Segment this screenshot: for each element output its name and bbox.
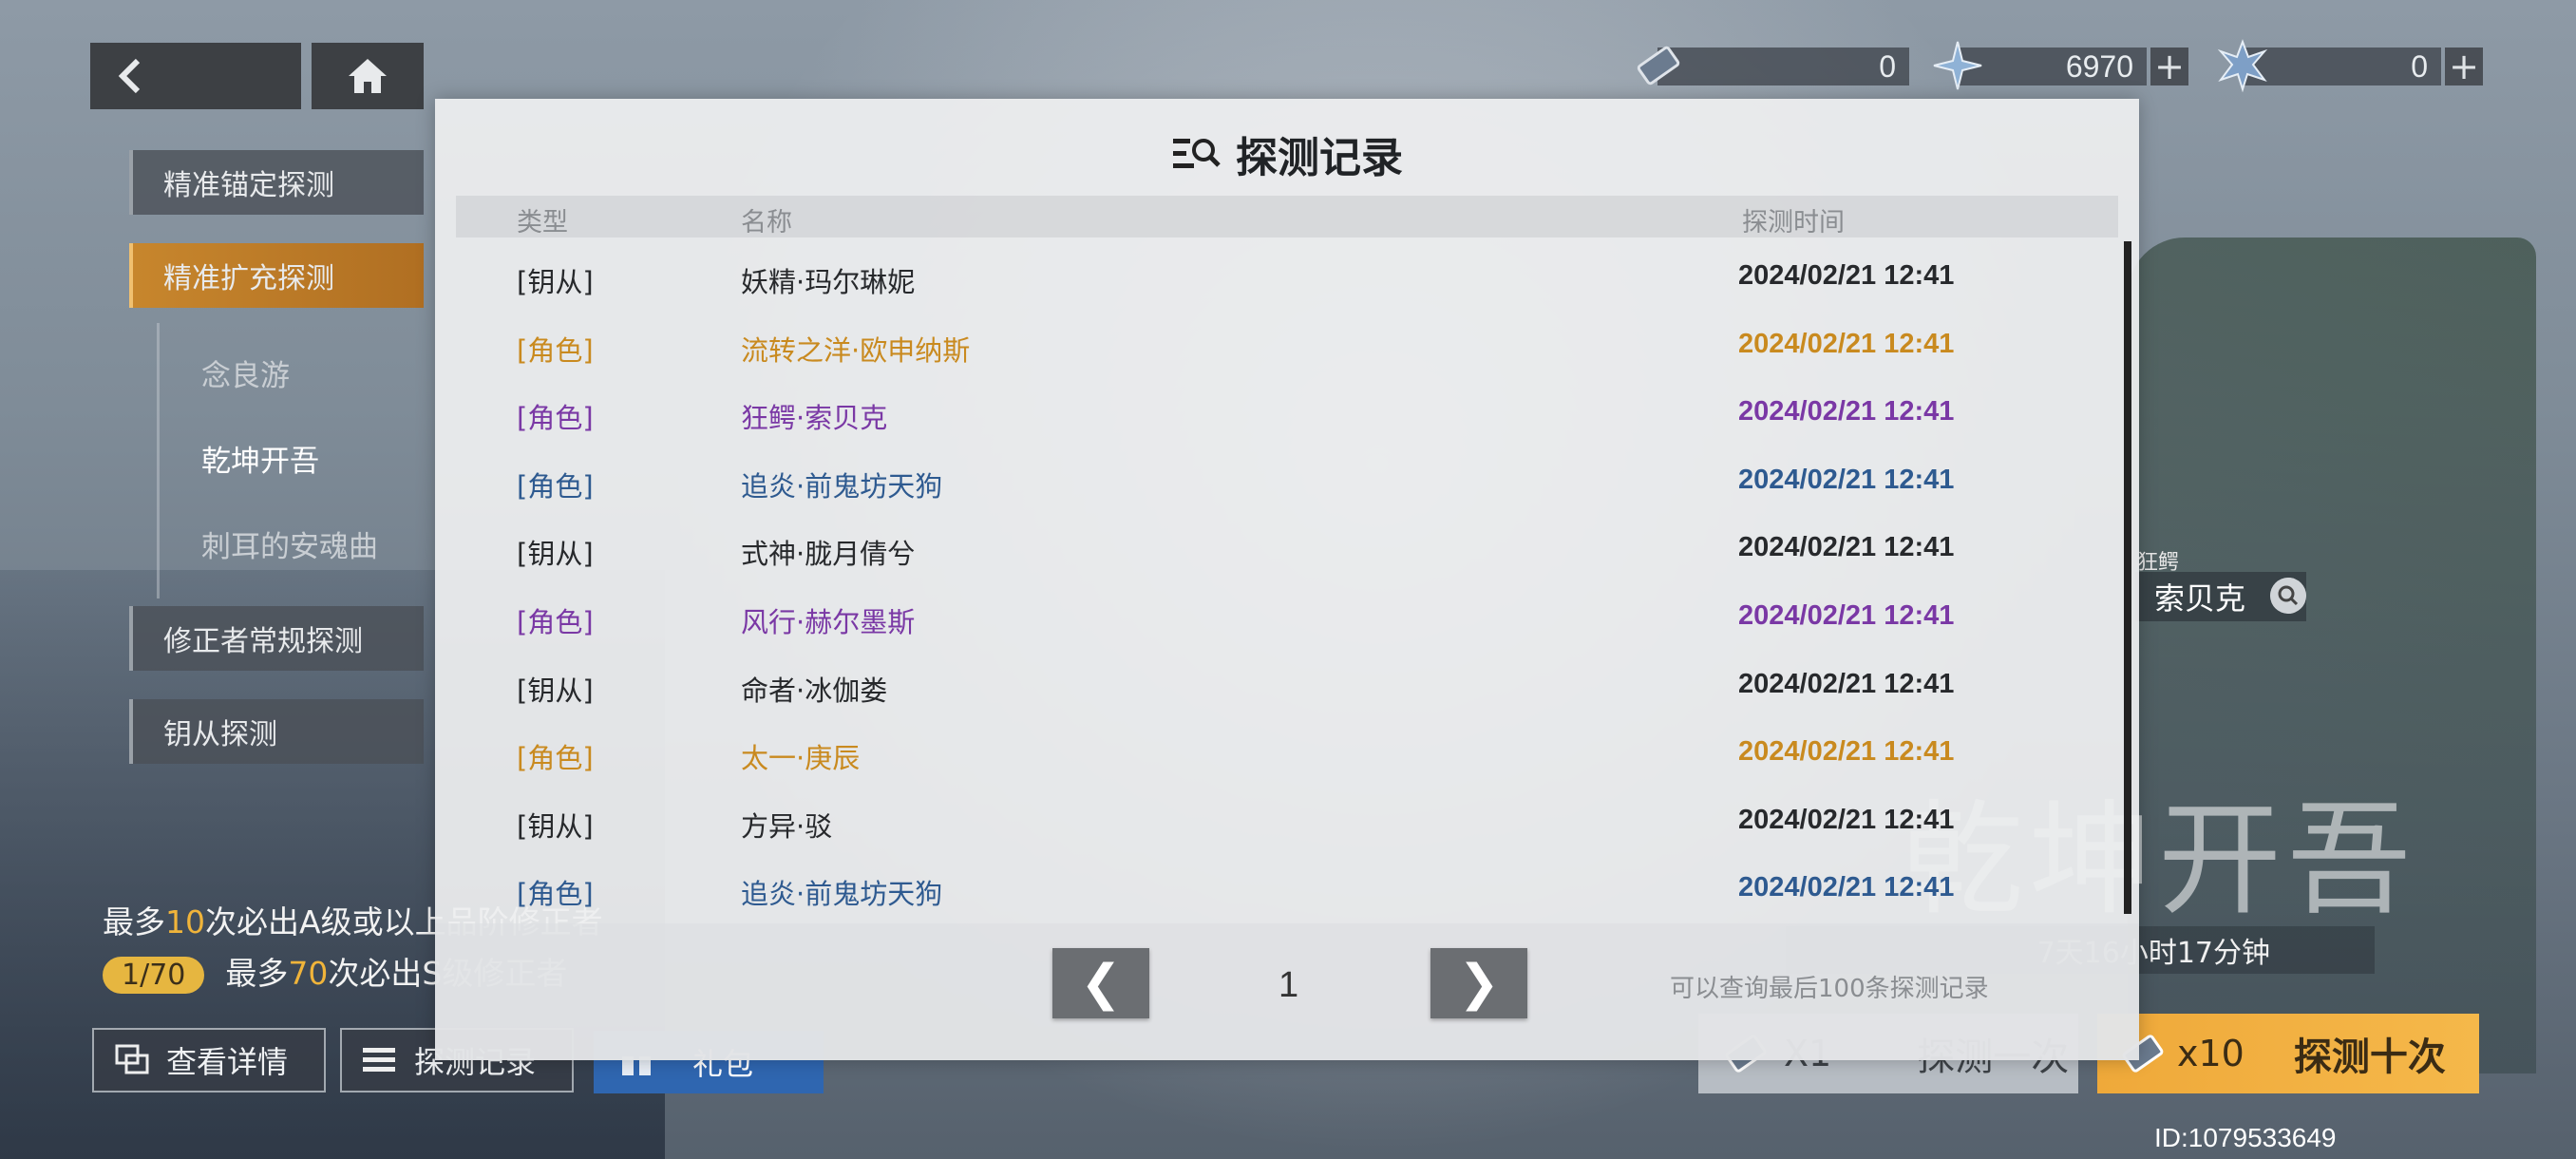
record-type: [钥从] [517,674,594,707]
sidebar-item-expand[interactable]: 精准扩充探测 [129,243,424,308]
record-name: 追炎·前鬼坊天狗 [741,469,943,503]
record-time: 2024/02/21 12:41 [1738,328,1955,359]
record-type: [钥从] [517,538,594,571]
back-arrow-icon [118,58,141,94]
record-time: 2024/02/21 12:41 [1738,804,1955,835]
record-time: 2024/02/21 12:41 [1738,396,1955,428]
magnifier-icon[interactable] [2270,578,2306,614]
submenu-line [157,323,160,598]
table-row: [角色] 追炎·前鬼坊天狗 2024/02/21 12:41 [435,446,2126,514]
record-name: 狂鳄·索贝克 [741,402,888,435]
sidebar-item-anchor[interactable]: 精准锚定探测 [129,150,424,215]
record-type: [角色] [517,606,594,638]
table-row: [角色] 风行·赫尔墨斯 2024/02/21 12:41 [435,581,2126,650]
record-time: 2024/02/21 12:41 [1738,736,1955,768]
draw-ten-label: 探测十次 [2293,1036,2446,1079]
record-name: 追炎·前鬼坊天狗 [741,878,943,911]
record-name: 命者·冰伽娄 [741,674,888,707]
record-name: 风行·赫尔墨斯 [741,606,916,638]
home-icon [349,59,387,93]
details-icon [115,1044,149,1074]
record-time: 2024/02/21 12:41 [1738,668,1955,699]
pity-counter: 1/70 [103,957,205,994]
currency-crystal: 6970 + [1933,41,2188,90]
pager-note: 可以查询最后100条探测记录 [1670,975,1989,1003]
record-name: 流转之洋·欧申纳斯 [741,333,971,367]
table-row: [钥从] 妖精·玛尔琳妮 2024/02/21 12:41 [435,241,2126,310]
currency-ticket: 0 [1637,46,1909,86]
currency-value: 0 [2242,48,2441,86]
table-row: [钥从] 式神·胧月倩兮 2024/02/21 12:41 [435,513,2126,581]
record-time: 2024/02/21 12:41 [1738,260,1955,291]
list-icon [363,1048,395,1072]
draw-ten-button[interactable]: x10 探测十次 [2097,1014,2479,1093]
info-text: 最多 [225,955,289,992]
info-number: 10 [165,903,205,940]
view-details-label: 查看详情 [166,1044,289,1080]
info-number: 70 [288,955,329,992]
prev-page-button[interactable]: ❮ [1052,948,1149,1018]
user-id: ID:1079533649 [2154,1123,2337,1152]
record-type: [角色] [517,402,594,435]
scrollbar[interactable] [2124,241,2131,914]
record-name: 妖精·玛尔琳妮 [741,266,916,298]
table-row: [钥从] 方异·驳 2024/02/21 12:41 [435,786,2126,854]
column-type: 类型 [517,208,568,238]
add-crystal-button[interactable]: + [2150,46,2188,87]
record-type: [角色] [517,469,594,503]
sidebar-item-key[interactable]: 钥从探测 [129,699,424,764]
record-time: 2024/02/21 12:41 [1738,464,1955,495]
record-name: 式神·胧月倩兮 [741,538,916,571]
record-name: 太一·庚辰 [741,742,861,775]
table-row: [钥从] 命者·冰伽娄 2024/02/21 12:41 [435,650,2126,718]
page-number: 1 [1279,965,1299,1005]
column-name: 名称 [741,208,792,238]
record-search-icon [1173,139,1221,168]
table-row: [角色] 流转之洋·欧申纳斯 2024/02/21 12:41 [435,310,2126,378]
star-crystal-icon [2217,39,2268,93]
view-details-button[interactable]: 查看详情 [92,1028,326,1092]
table-row: [角色] 追炎·前鬼坊天狗 2024/02/21 12:41 [435,853,2126,922]
sidebar-item-regular[interactable]: 修正者常规探测 [129,606,424,671]
table-header: 类型 名称 探测时间 [456,196,2118,238]
record-type: [角色] [517,878,594,911]
home-button[interactable] [312,43,424,109]
table-row: [角色] 太一·庚辰 2024/02/21 12:41 [435,717,2126,786]
sub-item-qiankun[interactable]: 乾坤开吾 [201,437,319,480]
records-modal: 探测记录 类型 名称 探测时间 [钥从] 妖精·玛尔琳妮 2024/02/21 12… [435,99,2139,1060]
sub-item-requiem[interactable]: 刺耳的安魂曲 [201,522,378,565]
sub-item-nianliangyou[interactable]: 念良游 [201,352,290,394]
record-time: 2024/02/21 12:41 [1738,872,1955,903]
table-row: [角色] 狂鳄·索贝克 2024/02/21 12:41 [435,377,2126,446]
next-page-button[interactable]: ❯ [1430,948,1527,1018]
currency-star: 0 + [2217,39,2483,93]
ticket-icon [1637,46,1680,86]
back-button[interactable] [90,43,301,109]
currency-value: 6970 [1957,48,2147,86]
record-name: 方异·驳 [741,809,833,843]
record-type: [角色] [517,333,594,367]
record-type: [钥从] [517,266,594,298]
modal-title: 探测记录 [435,124,2139,184]
modal-title-text: 探测记录 [1236,134,1403,182]
character-name: 索贝克 [2154,580,2246,617]
record-time: 2024/02/21 12:41 [1738,532,1955,563]
draw-ten-count: x10 [2177,1033,2245,1074]
record-type: [钥从] [517,809,594,843]
crystal-icon [1933,41,1982,90]
currency-value: 0 [1657,48,1909,86]
column-time: 探测时间 [1742,208,1845,238]
record-type: [角色] [517,742,594,775]
record-time: 2024/02/21 12:41 [1738,600,1955,631]
add-star-button[interactable]: + [2445,46,2483,87]
info-text: 最多 [103,903,165,940]
